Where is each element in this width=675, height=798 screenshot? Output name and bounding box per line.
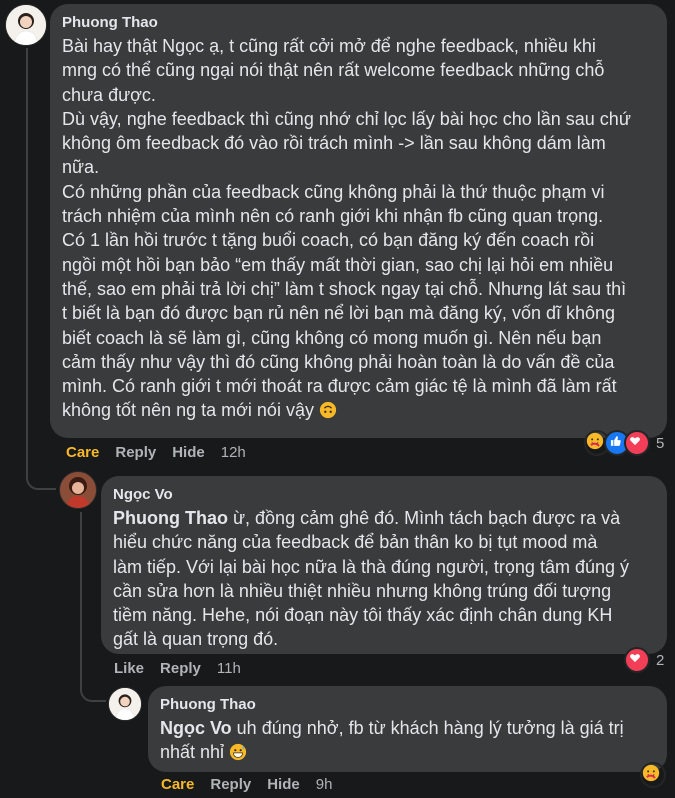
mention-link[interactable]: Ngọc Vo [160, 718, 232, 738]
comment-actions: Like Reply 11h [114, 660, 257, 677]
hide-button[interactable]: Hide [172, 444, 205, 461]
comment-bubble: Phuong Thao Ngọc Vo uh đúng nhở, fb từ k… [148, 686, 667, 772]
comment-author[interactable]: Phuong Thao [160, 695, 655, 714]
reaction-count: 2 [656, 651, 665, 669]
mention-link[interactable]: Phuong Thao [113, 508, 228, 528]
comment-actions: Care Reply Hide 9h [161, 776, 348, 793]
upside-down-face-icon [319, 402, 337, 419]
hide-button[interactable]: Hide [267, 776, 300, 793]
love-emoji-icon [624, 430, 650, 456]
thread-line-reply-branch [80, 672, 106, 702]
reaction-count: 5 [656, 434, 665, 452]
comment-text: Phuong Thao ừ, đồng cảm ghê đó. Mình tác… [113, 508, 629, 650]
comment-bubble: Phuong Thao Bài hay thật Ngọc ạ, t cũng … [50, 4, 667, 438]
care-button[interactable]: Care [161, 776, 194, 793]
like-button[interactable]: Like [114, 660, 144, 677]
timestamp[interactable]: 12h [221, 444, 246, 461]
avatar[interactable] [108, 687, 142, 721]
reply-button[interactable]: Reply [210, 776, 251, 793]
care-emoji-icon [640, 762, 666, 788]
comment-author[interactable]: Phuong Thao [62, 13, 655, 32]
comment-bubble: Ngọc Vo Phuong Thao ừ, đồng cảm ghê đó. … [101, 476, 667, 654]
reaction-summary[interactable]: 2 [624, 647, 664, 673]
love-emoji-icon [624, 647, 650, 673]
thread-line-main [26, 48, 28, 448]
reaction-summary[interactable] [640, 762, 666, 788]
thread-line-branch [26, 448, 56, 490]
reaction-summary[interactable]: 5 [584, 430, 664, 456]
comment-author[interactable]: Ngọc Vo [113, 485, 655, 504]
comment-text: Bài hay thật Ngọc ạ, t cũng rất cởi mở đ… [62, 36, 631, 421]
avatar[interactable] [5, 4, 47, 46]
comment-text: Ngọc Vo uh đúng nhở, fb từ khách hàng lý… [160, 718, 624, 763]
care-button[interactable]: Care [66, 444, 99, 461]
avatar[interactable] [59, 471, 97, 509]
comment-actions: Care Reply Hide 12h [66, 444, 262, 461]
timestamp[interactable]: 9h [316, 776, 333, 793]
reply-button[interactable]: Reply [115, 444, 156, 461]
timestamp[interactable]: 11h [217, 660, 241, 677]
reply-button[interactable]: Reply [160, 660, 201, 677]
thread-line-reply [80, 512, 82, 672]
grinning-sweat-face-icon [229, 744, 247, 761]
